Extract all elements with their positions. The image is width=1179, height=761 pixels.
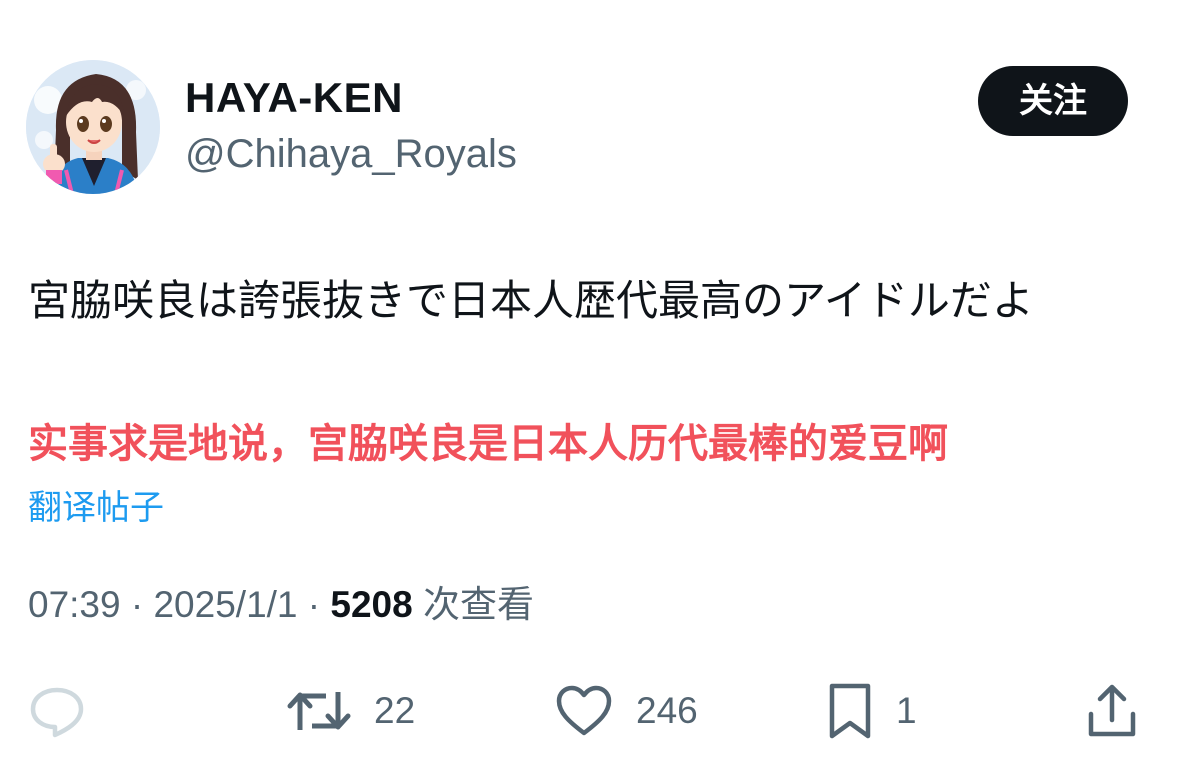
share-button[interactable] xyxy=(1086,676,1138,746)
user-identity[interactable]: HAYA-KEN @Chihaya_Royals xyxy=(185,72,517,180)
post-time[interactable]: 07:39 xyxy=(28,584,121,625)
translation-caption: 实事求是地说，宫脇咲良是日本人历代最棒的爱豆啊 xyxy=(28,421,948,467)
post-text: 宮脇咲良は誇張抜きで日本人歴代最高のアイドルだよ xyxy=(28,276,1034,325)
bookmark-count: 1 xyxy=(896,690,917,731)
share-icon xyxy=(1088,684,1136,737)
heart-icon xyxy=(556,685,612,736)
repost-icon xyxy=(287,692,351,730)
post-date[interactable]: 2025/1/1 xyxy=(153,584,297,625)
like-count: 246 xyxy=(636,690,698,731)
action-bar: 22 246 1 xyxy=(0,676,1179,746)
bookmark-button[interactable]: 1 xyxy=(826,676,917,746)
views-count: 5208 xyxy=(330,584,413,625)
post-header: HAYA-KEN @Chihaya_Royals 关注 xyxy=(26,60,1136,196)
avatar[interactable] xyxy=(26,60,160,194)
post-meta: 07:39 · 2025/1/1 · 5208 次查看 xyxy=(28,580,534,630)
meta-separator: · xyxy=(307,584,321,625)
views-label: 次查看 xyxy=(423,583,534,626)
anime-girl-avatar-icon xyxy=(26,60,160,194)
meta-separator: · xyxy=(130,584,144,625)
bookmark-icon xyxy=(829,683,871,739)
reply-icon xyxy=(30,687,84,738)
display-name[interactable]: HAYA-KEN xyxy=(185,72,517,124)
follow-button[interactable]: 关注 xyxy=(978,66,1128,136)
translate-post-link[interactable]: 翻译帖子 xyxy=(28,484,164,532)
like-button[interactable]: 246 xyxy=(554,676,698,746)
reply-button[interactable] xyxy=(28,676,86,746)
repost-button[interactable]: 22 xyxy=(286,676,415,746)
repost-count: 22 xyxy=(374,690,416,731)
user-handle[interactable]: @Chihaya_Royals xyxy=(185,128,517,180)
